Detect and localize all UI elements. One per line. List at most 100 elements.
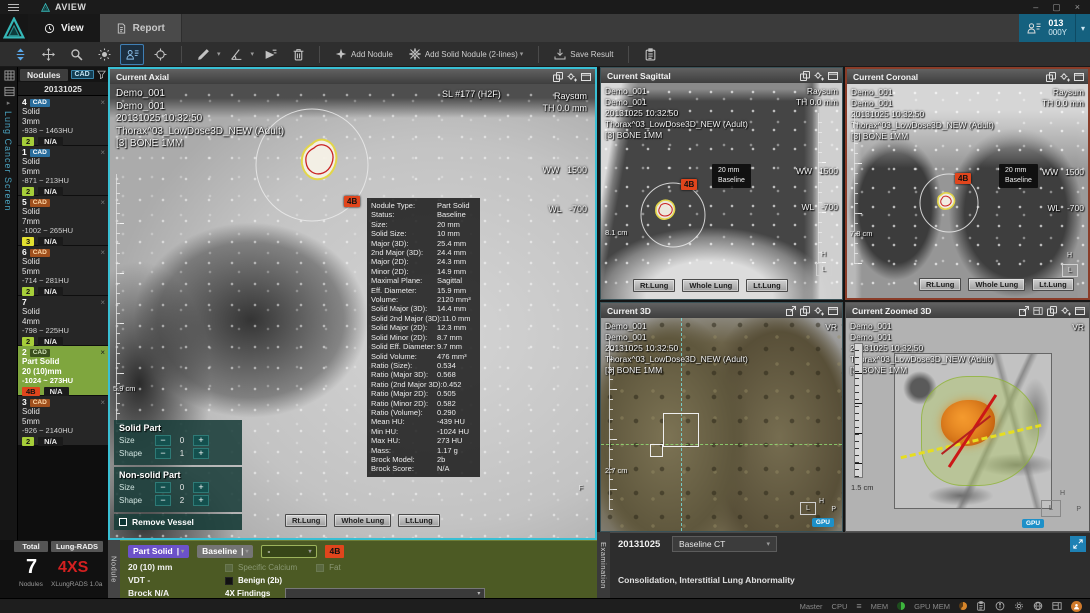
nodule-card-1[interactable]: 1CAD×Solid5mm-871 ~ 213HU2N/A bbox=[18, 146, 108, 195]
specific-calcium-checkbox[interactable] bbox=[225, 564, 233, 572]
lung-region-button[interactable]: Rt.Lung bbox=[285, 514, 327, 527]
capture-settings-icon[interactable] bbox=[1061, 306, 1071, 316]
delete-tool-button[interactable] bbox=[286, 44, 310, 65]
tab-view[interactable]: View bbox=[28, 14, 100, 42]
lung-region-button[interactable]: Whole Lung bbox=[334, 514, 391, 527]
lung-region-button[interactable]: Lt.Lung bbox=[1032, 278, 1074, 291]
annotation-tool-button[interactable] bbox=[258, 44, 282, 65]
nodule-type-dropdown[interactable]: Part Solid|▾ bbox=[128, 545, 189, 558]
roi-box[interactable] bbox=[663, 413, 699, 447]
nodule-status-dropdown[interactable]: Baseline|▾ bbox=[197, 545, 253, 558]
lung-region-button[interactable]: Whole Lung bbox=[968, 278, 1025, 291]
zoom-tool-button[interactable] bbox=[64, 44, 88, 65]
maximize-view-icon[interactable] bbox=[1074, 72, 1084, 82]
nodule-tab[interactable]: Nodule bbox=[108, 540, 120, 598]
sagittal-image[interactable]: Demo_001Demo_00120131025 10:32:50Thorax^… bbox=[601, 83, 842, 299]
nodule-annotation[interactable] bbox=[250, 102, 380, 230]
exam-type-dropdown[interactable]: Baseline CT▾ bbox=[672, 536, 777, 552]
angle-dropdown-chevron[interactable]: ▾ bbox=[251, 50, 255, 58]
lungrads-badge[interactable]: 4B bbox=[955, 173, 971, 184]
remove-vessel-checkbox[interactable] bbox=[119, 518, 127, 526]
benign-checkbox[interactable] bbox=[225, 577, 233, 585]
solid-shape-minus-button[interactable]: − bbox=[155, 448, 171, 459]
export-icon[interactable] bbox=[1019, 306, 1029, 316]
user-account-icon[interactable] bbox=[1071, 601, 1082, 612]
maximize-view-icon[interactable] bbox=[828, 71, 838, 81]
lungrads-badge[interactable]: 4B bbox=[344, 196, 360, 207]
minimize-button[interactable]: – bbox=[1033, 3, 1038, 12]
copy-icon[interactable] bbox=[553, 72, 563, 82]
roi-handle[interactable] bbox=[650, 444, 663, 457]
maximize-view-icon[interactable] bbox=[828, 306, 838, 316]
add-solid-nodule-button[interactable]: Add Solid Nodule (2-lines) ▾ bbox=[403, 44, 529, 65]
copy-icon[interactable] bbox=[1047, 306, 1057, 316]
language-globe-icon[interactable] bbox=[1033, 601, 1043, 611]
copy-icon[interactable] bbox=[1046, 72, 1056, 82]
lung-region-button[interactable]: Lt.Lung bbox=[746, 279, 788, 292]
nodule-card-4[interactable]: 4CAD×Solid3mm-938 ~ 1463HU2N/A bbox=[18, 96, 108, 145]
nodule-card-3[interactable]: 3CAD×Solid5mm-926 ~ 2140HU2N/A bbox=[18, 396, 108, 445]
solid-size-minus-button[interactable]: − bbox=[155, 435, 171, 446]
solid-shape-plus-button[interactable]: + bbox=[193, 448, 209, 459]
pan-tool-button[interactable] bbox=[36, 44, 60, 65]
maximize-view-icon[interactable] bbox=[581, 72, 591, 82]
capture-settings-icon[interactable] bbox=[814, 306, 824, 316]
copy-icon[interactable] bbox=[800, 306, 810, 316]
nodule-card-5[interactable]: 5CAD×Solid7mm-1002 ~ 265HU3N/A bbox=[18, 196, 108, 245]
nodule-category-dropdown[interactable]: -▾ bbox=[261, 545, 317, 558]
close-icon[interactable]: × bbox=[100, 349, 105, 357]
save-result-button[interactable]: Save Result bbox=[548, 44, 619, 65]
examination-tab[interactable]: Examination bbox=[597, 532, 610, 598]
rail-expand-icon[interactable]: ▸ bbox=[0, 99, 17, 107]
close-icon[interactable]: × bbox=[100, 149, 105, 157]
capture-settings-icon[interactable] bbox=[814, 71, 824, 81]
crosshair-tool-button[interactable] bbox=[148, 44, 172, 65]
export-icon[interactable] bbox=[786, 306, 796, 316]
nodule-annotation[interactable] bbox=[917, 171, 983, 237]
zoomed-3d-image[interactable]: Demo_001Demo_00120131025 10:32:50Thorax^… bbox=[846, 318, 1089, 531]
ruler-dropdown-chevron[interactable]: ▾ bbox=[217, 50, 221, 58]
lungrads-badge[interactable]: 4B bbox=[681, 179, 697, 190]
close-button[interactable]: × bbox=[1075, 3, 1080, 12]
capture-settings-icon[interactable] bbox=[567, 72, 577, 82]
clipboard-button[interactable] bbox=[638, 44, 662, 65]
lung-region-button[interactable]: Lt.Lung bbox=[398, 514, 440, 527]
patient-info-box[interactable]: 013 000Y bbox=[1019, 14, 1075, 42]
maximize-button[interactable]: ▢ bbox=[1052, 3, 1061, 12]
cad-review-button[interactable] bbox=[120, 44, 144, 65]
patient-dropdown-chevron[interactable]: ▾ bbox=[1075, 14, 1090, 42]
tab-report[interactable]: Report bbox=[100, 14, 182, 42]
navigate-tool-button[interactable] bbox=[8, 44, 32, 65]
close-icon[interactable]: × bbox=[100, 299, 105, 307]
close-icon[interactable]: × bbox=[100, 99, 105, 107]
window-level-button[interactable] bbox=[92, 44, 116, 65]
nonsolid-size-minus-button[interactable]: − bbox=[155, 482, 171, 493]
layout-rows-icon[interactable] bbox=[0, 83, 18, 99]
layout-icon[interactable] bbox=[1052, 601, 1062, 611]
cad-toggle[interactable]: CAD bbox=[71, 70, 94, 79]
close-icon[interactable]: × bbox=[100, 249, 105, 257]
filter-icon[interactable] bbox=[97, 70, 106, 79]
nodule-card-2[interactable]: 2CAD×Part Solid20 (10)mm-1024 ~ 273HU4BN… bbox=[18, 346, 108, 395]
menu-icon[interactable] bbox=[8, 4, 19, 11]
add-nodule-button[interactable]: Add Nodule bbox=[329, 44, 399, 65]
nodule-card-7[interactable]: 7×Solid4mm-798 ~ 225HU2N/A bbox=[18, 296, 108, 345]
maximize-view-icon[interactable] bbox=[1075, 306, 1085, 316]
layout-icon[interactable] bbox=[1033, 306, 1043, 316]
copy-icon[interactable] bbox=[800, 71, 810, 81]
capture-settings-icon[interactable] bbox=[1060, 72, 1070, 82]
3d-image[interactable]: Demo_001Demo_00120131025 10:32:50Thorax^… bbox=[601, 318, 842, 531]
ruler-tool-button[interactable] bbox=[191, 44, 215, 65]
settings-gear-icon[interactable] bbox=[1014, 601, 1024, 611]
close-icon[interactable]: × bbox=[100, 199, 105, 207]
nonsolid-shape-plus-button[interactable]: + bbox=[193, 495, 209, 506]
nodule-card-6[interactable]: 6CAD×Solid5mm-714 ~ 281HU2N/A bbox=[18, 246, 108, 295]
lung-region-button[interactable]: Rt.Lung bbox=[919, 278, 961, 291]
layout-grid-icon[interactable] bbox=[0, 67, 18, 83]
expand-panel-button[interactable] bbox=[1070, 536, 1086, 552]
nonsolid-shape-minus-button[interactable]: − bbox=[155, 495, 171, 506]
nonsolid-size-plus-button[interactable]: + bbox=[193, 482, 209, 493]
coronal-image[interactable]: Demo_001Demo_00120131025 10:32:50Thorax^… bbox=[847, 84, 1088, 298]
nodule-annotation[interactable] bbox=[639, 179, 711, 251]
info-icon[interactable] bbox=[995, 601, 1005, 611]
